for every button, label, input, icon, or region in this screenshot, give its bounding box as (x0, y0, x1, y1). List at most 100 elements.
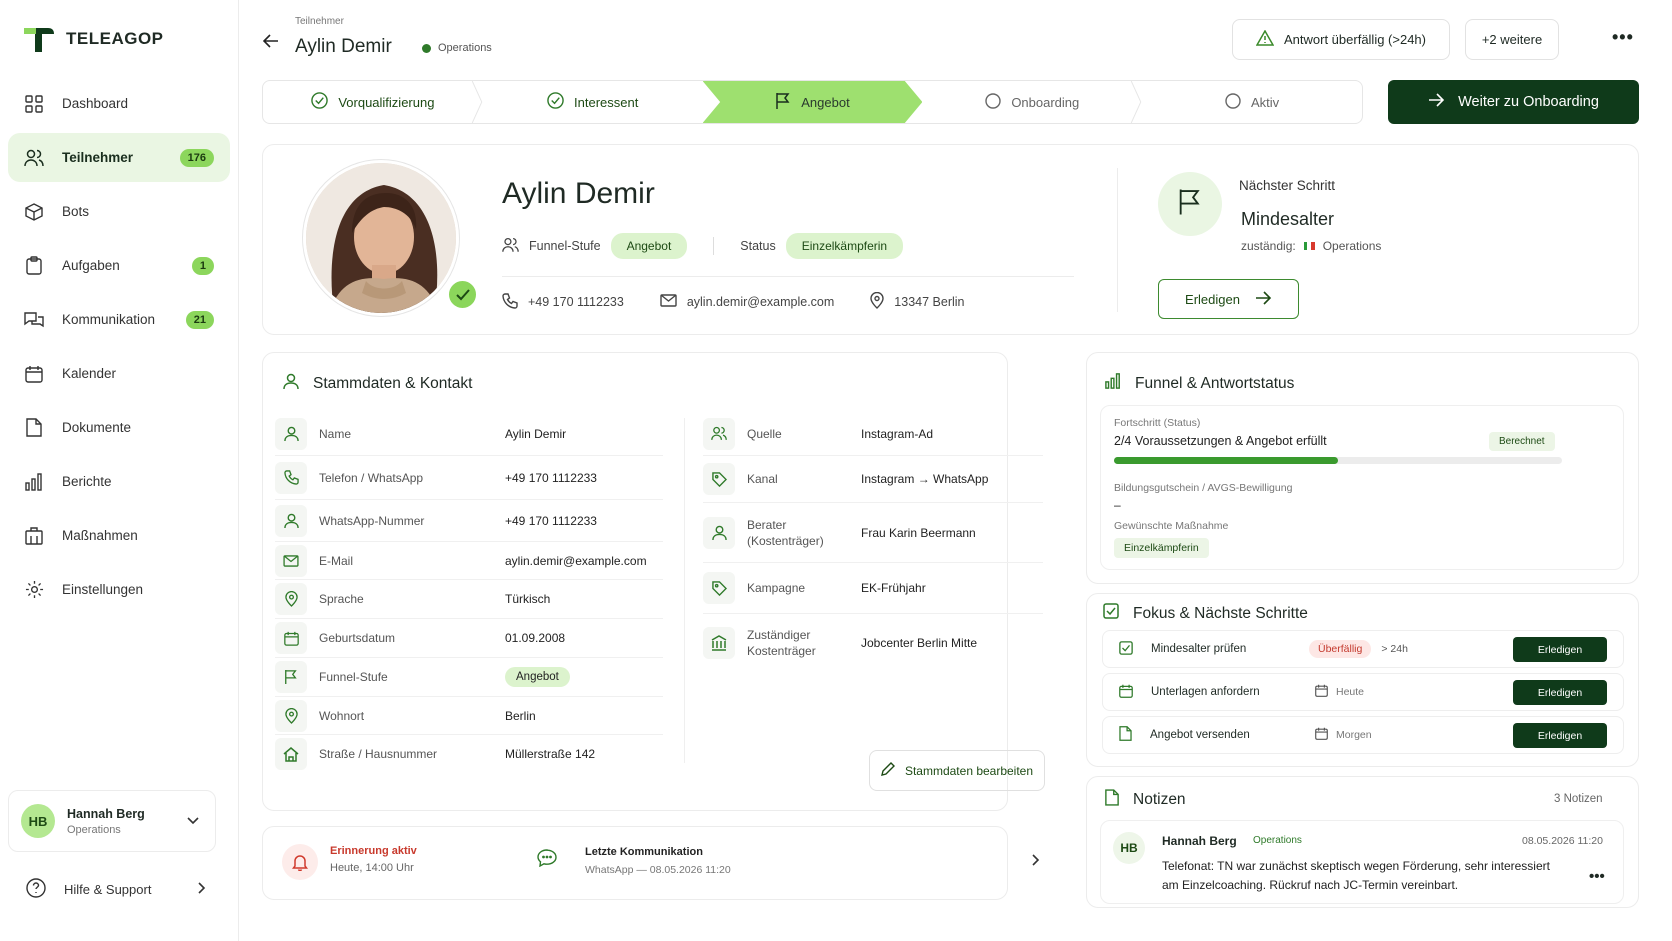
user-info: Hannah Berg Operations (67, 807, 187, 836)
more-alerts-button[interactable]: +2 weitere (1465, 19, 1559, 60)
user-role: Operations (67, 823, 121, 836)
funnel-stage-badge: Angebot (505, 667, 570, 687)
chat-icon (24, 310, 44, 330)
sidebar-item-einstellungen[interactable]: Einstellungen (8, 565, 230, 614)
sidebar-item-berichte[interactable]: Berichte (8, 457, 230, 506)
task-row[interactable]: Mindesalter prüfen Überfällig > 24h Erle… (1102, 630, 1624, 668)
progress-label: Fortschritt (Status) (1114, 417, 1201, 429)
kv-value: Jobcenter Berlin Mitte (861, 636, 978, 650)
step-angebot[interactable]: Angebot (702, 81, 923, 123)
note-role: Operations (1253, 835, 1302, 846)
kv-key: Name (319, 426, 352, 441)
next-step-label: Nächster Schritt (1239, 178, 1336, 193)
sidebar-item-teilnehmer[interactable]: Teilnehmer 176 (8, 133, 230, 182)
measure-badge: Einzelkämpferin (1114, 538, 1209, 558)
chat-bubble-icon (537, 849, 557, 872)
notes-count: 3 Notizen (1554, 793, 1603, 805)
task-row[interactable]: Unterlagen anfordern Heute Erledigen (1102, 673, 1624, 711)
email-value: aylin.demir@example.com (686, 295, 835, 309)
step-aktiv[interactable]: Aktiv (1142, 81, 1362, 123)
arrow-right-icon (1254, 290, 1272, 308)
calendar-icon (1119, 684, 1133, 701)
help-label: Hilfe & Support (64, 882, 152, 897)
voucher-value: – (1114, 498, 1121, 512)
alert-label: Antwort überfällig (>24h) (1284, 32, 1426, 47)
pencil-icon (880, 762, 895, 779)
kv-value: Instagram → WhatsApp (861, 472, 989, 486)
edit-label: Stammdaten bearbeiten (904, 763, 1034, 778)
progress-bar (1114, 457, 1562, 464)
step-onboarding[interactable]: Onboarding (922, 81, 1142, 123)
back-button[interactable] (260, 32, 282, 54)
status-dot (422, 43, 431, 53)
document-icon (24, 418, 44, 438)
calendar-icon (1315, 727, 1328, 743)
task-done-button[interactable]: Erledigen (1513, 680, 1607, 705)
alert-button[interactable]: Antwort überfällig (>24h) (1232, 19, 1450, 60)
task-due: Morgen (1336, 729, 1372, 741)
step-label: Aktiv (1251, 94, 1280, 110)
kv-row-whatsapp: WhatsApp-Nummer +49 170 1112233 (275, 500, 663, 542)
user-icon (275, 504, 307, 537)
kv-row-phone: Telefon / WhatsApp +49 170 1112233 (275, 456, 663, 500)
note-author: Hannah Berg (1162, 834, 1237, 848)
kv-row-wohnort: Wohnort Berlin (275, 697, 663, 735)
help-support-link[interactable]: Hilfe & Support (26, 878, 206, 901)
task-row[interactable]: Angebot versenden Morgen Erledigen (1102, 716, 1624, 754)
sidebar-item-label: Bots (62, 204, 90, 219)
sidebar-item-kalender[interactable]: Kalender (8, 349, 230, 398)
count-badge: 176 (179, 148, 214, 167)
user-menu[interactable]: HB Hannah Berg Operations (8, 790, 216, 852)
sidebar-item-bots[interactable]: Bots (8, 187, 230, 236)
status-badge: Einzelkämpferin (785, 233, 904, 259)
profile-name: Aylin Demir (502, 177, 655, 210)
document-icon (1119, 726, 1132, 744)
italy-flag-icon (1303, 242, 1315, 250)
progress-text: 2/4 Voraussetzungen & Angebot erfüllt (1114, 434, 1327, 448)
notes-header: Notizen (1105, 789, 1186, 811)
kv-key: Kanal (747, 472, 778, 486)
sidebar-item-massnahmen[interactable]: Maßnahmen (8, 511, 230, 560)
users-icon (502, 237, 519, 256)
kv-value: Berlin (505, 708, 536, 723)
kv-row-kampagne: Kampagne EK-Frühjahr (703, 563, 1043, 614)
mail-icon (660, 294, 677, 310)
decorative-dots (1603, 295, 1639, 335)
building-icon (24, 526, 44, 546)
kv-row-strasse: Straße / Hausnummer Müllerstraße 142 (275, 735, 663, 773)
user-icon (283, 373, 299, 395)
checkbox-icon[interactable] (1119, 640, 1133, 658)
sidebar-item-dashboard[interactable]: Dashboard (8, 79, 230, 128)
breadcrumb[interactable]: Teilnehmer (295, 16, 344, 27)
next-step-done-button[interactable]: Erledigen (1158, 279, 1299, 319)
warning-icon (1255, 29, 1275, 49)
task-done-button[interactable]: Erledigen (1513, 637, 1607, 662)
stammdaten-right: Quelle Instagram-Ad Kanal Instagram → Wh… (703, 412, 1043, 672)
sidebar-item-aufgaben[interactable]: Aufgaben 1 (8, 241, 230, 290)
step-vorqualifizierung[interactable]: Vorqualifizierung (263, 81, 483, 123)
chevron-right-icon[interactable] (1032, 853, 1040, 871)
checkbox-icon (1103, 603, 1119, 624)
kv-value: aylin.demir@example.com (505, 553, 647, 568)
note-options-icon[interactable]: ••• (1589, 868, 1605, 885)
profile-contacts: +49 170 1112233 aylin.demir@example.com … (502, 291, 1001, 312)
sidebar-item-dokumente[interactable]: Dokumente (8, 403, 230, 452)
location-contact: 13347 Berlin (870, 291, 965, 312)
more-options-icon[interactable]: ••• (1612, 27, 1634, 48)
logo[interactable]: TELEAGOP (22, 24, 164, 54)
step-interessent[interactable]: Interessent (483, 81, 703, 123)
sidebar-item-kommunikation[interactable]: Kommunikation 21 (8, 295, 230, 344)
next-stage-button[interactable]: Weiter zu Onboarding (1388, 80, 1639, 124)
kv-value: 01.09.2008 (505, 631, 566, 645)
phone-contact[interactable]: +49 170 1112233 (502, 292, 624, 312)
edit-stammdaten-button[interactable]: Stammdaten bearbeiten (869, 750, 1045, 791)
arrow-left-icon (262, 33, 279, 53)
task-done-button[interactable]: Erledigen (1513, 723, 1607, 748)
arrow-right-icon (1428, 93, 1445, 111)
kv-key: Quelle (747, 426, 782, 441)
kv-row-sprache: Sprache Türkisch (275, 580, 663, 619)
page-title: Aylin Demir (295, 36, 392, 57)
email-contact[interactable]: aylin.demir@example.com (660, 294, 834, 310)
divider (1117, 168, 1118, 312)
gear-icon (24, 580, 44, 600)
